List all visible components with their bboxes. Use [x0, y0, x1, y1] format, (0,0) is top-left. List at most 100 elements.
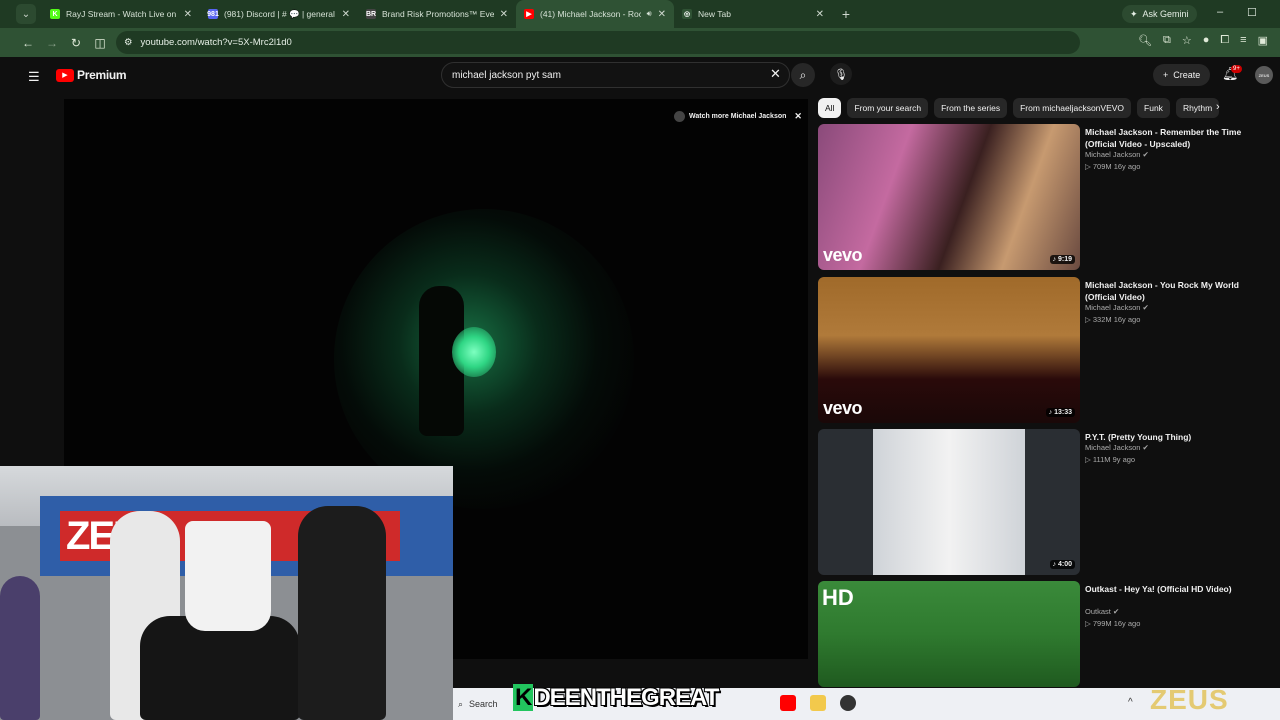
logo-word: Premium [77, 68, 127, 82]
tab-favicon-icon: ◎ [682, 9, 692, 19]
video-meta: ▷ 709M 16y ago [1085, 162, 1141, 171]
extension-icon[interactable]: ● [1203, 34, 1210, 47]
create-label: Create [1173, 70, 1201, 80]
search-input[interactable]: michael jackson pyt sam [441, 62, 790, 88]
notification-count-badge: 9+ [1231, 65, 1242, 73]
recommendation-item[interactable]: vevo ♪ 13:33 Michael Jackson - You Rock My… [818, 277, 1278, 423]
video-meta: ▷ 799M 16y ago [1085, 619, 1141, 628]
verified-check-icon: ✔ [1142, 150, 1149, 159]
close-tab-icon[interactable]: ✕ [658, 9, 666, 20]
close-tab-icon[interactable]: ✕ [816, 9, 824, 20]
recommendation-item[interactable]: HD Outkast - Hey Ya! (Official HD Video) O… [818, 581, 1278, 687]
filter-chip[interactable]: From the series [934, 98, 1008, 118]
back-arrow-icon[interactable]: ← [16, 36, 40, 50]
video-title[interactable]: Outkast - Hey Ya! (Official HD Video) [1085, 583, 1255, 595]
filter-chip[interactable]: All [818, 98, 842, 118]
tab-title: RayJ Stream - Watch Live on Ki [66, 9, 178, 19]
taskbar-search-label: Search [469, 699, 498, 709]
menu-icon[interactable]: ☰ [28, 69, 40, 85]
duration-badge: ♪ 13:33 [1045, 408, 1075, 417]
video-thumbnail[interactable]: vevo ♪ 9:19 [818, 124, 1080, 270]
person-edge [0, 576, 40, 720]
tab-favicon-icon: BR [365, 9, 377, 19]
tab-title: Brand Risk Promotions™ Event [382, 9, 494, 19]
tab-search-menu-icon[interactable]: ⌄ [16, 4, 36, 24]
chevron-right-icon[interactable]: › [1216, 101, 1220, 113]
ask-gemini-button[interactable]: ✦ Ask Gemini [1122, 5, 1197, 23]
video-title[interactable]: P.Y.T. (Pretty Young Thing) [1085, 431, 1255, 443]
avatar[interactable]: ZEUS [1255, 66, 1273, 84]
verified-check-icon: ✔ [1142, 303, 1149, 312]
youtube-taskbar-icon[interactable] [780, 695, 796, 711]
filter-chip[interactable]: From michaeljacksonVEVO [1013, 98, 1132, 118]
video-title[interactable]: Michael Jackson - Remember the Time (Off… [1085, 126, 1255, 150]
browser-tab[interactable]: 981 (981) Discord | # 💬 | general | ✕ [200, 0, 358, 28]
video-thumbnail[interactable]: vevo ♪ 13:33 [818, 277, 1080, 423]
browser-tab[interactable]: BR Brand Risk Promotions™ Event ✕ [358, 0, 516, 28]
video-title[interactable]: Michael Jackson - You Rock My World (Off… [1085, 279, 1255, 303]
close-tab-icon[interactable]: ✕ [184, 9, 192, 20]
watch-more-overlay[interactable]: Watch more Michael Jackson ✕ [674, 111, 802, 122]
watch-more-label: Watch more Michael Jackson [689, 113, 787, 120]
tab-title: (41) Michael Jackson - Rock [540, 9, 641, 19]
tab-favicon-icon: ▶ [524, 9, 534, 19]
channel-name-text: Michael Jackson [1085, 150, 1141, 159]
media-controls-icon[interactable]: ≡ [1240, 34, 1246, 47]
address-bar[interactable]: ⚙ youtube.com/watch?v=5X-Mrc2l1d0 [116, 31, 1080, 54]
voice-search-button[interactable]: 🎙︎ [830, 63, 852, 85]
speaker-icon[interactable]: 🔊︎ [647, 9, 652, 19]
clear-search-icon[interactable]: ✕ [770, 66, 781, 82]
taskbar-search[interactable]: ⌕ Search [458, 699, 498, 710]
mic-icon: 🎙︎ [834, 68, 848, 81]
minimize-button[interactable]: – [1217, 6, 1223, 18]
plus-icon: + [1163, 70, 1169, 80]
duration-text: 13:33 [1054, 409, 1072, 416]
close-icon[interactable]: ✕ [794, 111, 802, 122]
vevo-badge: vevo [823, 245, 863, 265]
youtube-premium-logo[interactable]: ▶ Premium [56, 68, 127, 82]
new-tab-button[interactable]: + [836, 6, 856, 22]
channel-name[interactable]: Outkast ✔ [1085, 607, 1119, 616]
forward-arrow-icon[interactable]: → [40, 36, 64, 50]
channel-name[interactable]: Michael Jackson ✔ [1085, 303, 1149, 312]
bookmark-star-icon[interactable]: ☆ [1182, 34, 1192, 47]
close-tab-icon[interactable]: ✕ [500, 9, 508, 20]
recommendation-item[interactable]: vevo ♪ 9:19 Michael Jackson - Remember the… [818, 124, 1278, 270]
verified-check-icon: ✔ [1112, 607, 1120, 616]
tab-favicon-icon: 981 [207, 9, 219, 19]
browser-tab[interactable]: ◎ New Tab ✕ [674, 0, 832, 28]
video-thumbnail[interactable]: HD [818, 581, 1080, 687]
channel-name[interactable]: Michael Jackson ✔ [1085, 443, 1149, 452]
zoom-icon[interactable]: 🔍︎ [1138, 34, 1152, 47]
side-panel-icon[interactable]: ◫ [88, 36, 112, 50]
channel-name-text: Outkast [1085, 607, 1111, 616]
webcam-overlay: ZEUS [0, 466, 453, 720]
maximize-button[interactable]: ☐ [1247, 6, 1257, 19]
person-right [298, 506, 386, 720]
video-thumbnail[interactable]: ♪ 4:00 [818, 429, 1080, 575]
filter-chip[interactable]: Rhythm [1175, 98, 1220, 118]
reload-icon[interactable]: ↻ [64, 36, 88, 50]
folder-taskbar-icon[interactable] [810, 695, 826, 711]
browser-tab[interactable]: ▶ (41) Michael Jackson - Rock 🔊︎ ✕ [516, 0, 674, 28]
video-frame-light [452, 327, 496, 377]
channel-name[interactable]: Michael Jackson ✔ [1085, 150, 1149, 159]
filter-chip[interactable]: Funk [1137, 98, 1170, 118]
site-info-icon[interactable]: ⚙ [124, 37, 133, 48]
open-in-app-icon[interactable]: ⧉ [1163, 34, 1171, 47]
filter-chip[interactable]: From your search [847, 98, 929, 118]
search-query: michael jackson pyt sam [452, 69, 561, 81]
close-tab-icon[interactable]: ✕ [342, 9, 350, 20]
chevron-up-icon[interactable]: ^ [1128, 697, 1133, 708]
recommendation-item[interactable]: ♪ 4:00 P.Y.T. (Pretty Young Thing) Michael… [818, 429, 1278, 575]
app-taskbar-icon[interactable] [840, 695, 856, 711]
hd-badge: HD [822, 585, 854, 610]
extensions-puzzle-icon[interactable]: ⧠ [1220, 34, 1229, 47]
search-icon: ⌕ [799, 67, 807, 82]
person-center [140, 616, 300, 720]
browser-tab[interactable]: K RayJ Stream - Watch Live on Ki ✕ [42, 0, 200, 28]
search-button[interactable]: ⌕ [791, 63, 815, 87]
create-button[interactable]: + Create [1153, 64, 1211, 86]
profile-icon[interactable]: ▣ [1258, 34, 1268, 47]
channel-avatar [674, 111, 685, 122]
